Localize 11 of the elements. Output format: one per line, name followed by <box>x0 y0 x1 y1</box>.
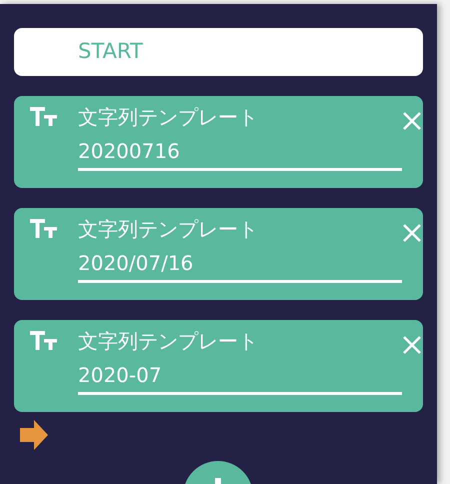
start-label: START <box>78 38 143 66</box>
text-size-icon <box>30 219 58 239</box>
template-title: 文字列テンプレート <box>78 216 259 242</box>
text-size-icon <box>30 331 58 351</box>
arrow-icon <box>20 420 48 450</box>
template-value-field[interactable]: 20200716 <box>78 138 402 166</box>
template-title: 文字列テンプレート <box>78 328 259 354</box>
template-value-field[interactable]: 2020-07 <box>78 362 402 390</box>
template-value-field[interactable]: 2020/07/16 <box>78 250 402 278</box>
template-title: 文字列テンプレート <box>78 104 259 130</box>
text-size-icon <box>30 107 58 127</box>
